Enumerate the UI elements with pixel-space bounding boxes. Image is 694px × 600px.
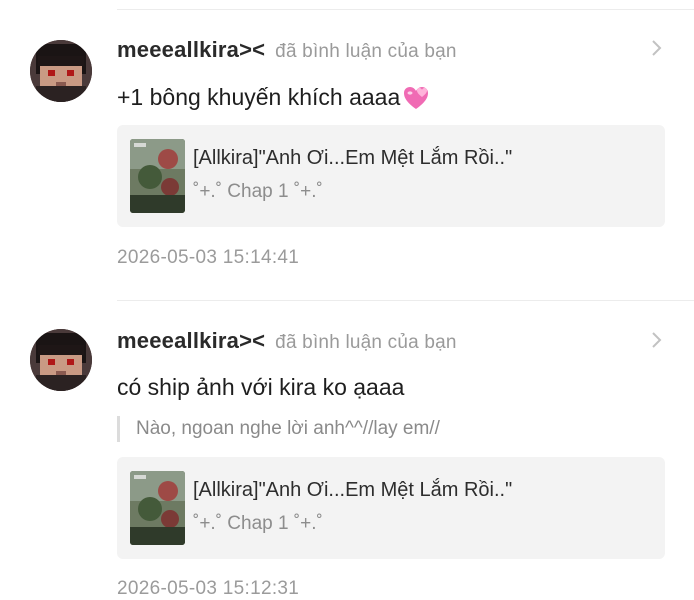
two-hearts-icon xyxy=(404,86,429,109)
username[interactable]: meeeallkira>< xyxy=(117,328,265,353)
chapter-label: ˚+.˚ Chap 1 ˚+.˚ xyxy=(193,513,323,534)
chevron-right-icon[interactable] xyxy=(648,39,664,57)
username-line: meeeallkira>< đã bình luận của bạn xyxy=(117,328,457,354)
action-text: đã bình luận của bạn xyxy=(275,332,457,353)
story-card[interactable]: [Allkira]"Anh Ơi...Em Mệt Lắm Rồi.." ˚+.… xyxy=(117,457,665,559)
story-title: [Allkira]"Anh Ơi...Em Mệt Lắm Rồi.." xyxy=(193,479,513,501)
timestamp: 2026-05-03 15:12:31 xyxy=(117,578,300,599)
comment-text: +1 bông khuyến khích aaaa xyxy=(117,84,430,111)
chevron-right-icon[interactable] xyxy=(648,331,664,349)
avatar[interactable] xyxy=(30,40,92,102)
action-text: đã bình luận của bạn xyxy=(275,41,457,62)
timestamp: 2026-05-03 15:14:41 xyxy=(117,247,300,268)
story-title: [Allkira]"Anh Ơi...Em Mệt Lắm Rồi.." xyxy=(193,147,513,169)
story-thumbnail xyxy=(130,471,185,545)
chapter-label: ˚+.˚ Chap 1 ˚+.˚ xyxy=(193,181,323,202)
story-thumbnail xyxy=(130,139,185,213)
story-card[interactable]: [Allkira]"Anh Ơi...Em Mệt Lắm Rồi.." ˚+.… xyxy=(117,125,665,227)
username-line: meeeallkira>< đã bình luận của bạn xyxy=(117,37,457,63)
comment-text: có ship ảnh với kira ko ạaaa xyxy=(117,374,405,400)
username[interactable]: meeeallkira>< xyxy=(117,37,265,62)
quoted-reply: Nào, ngoan nghe lời anh^^//lay em// xyxy=(117,416,440,442)
avatar[interactable] xyxy=(30,329,92,391)
top-divider xyxy=(117,9,694,10)
divider xyxy=(117,300,694,301)
